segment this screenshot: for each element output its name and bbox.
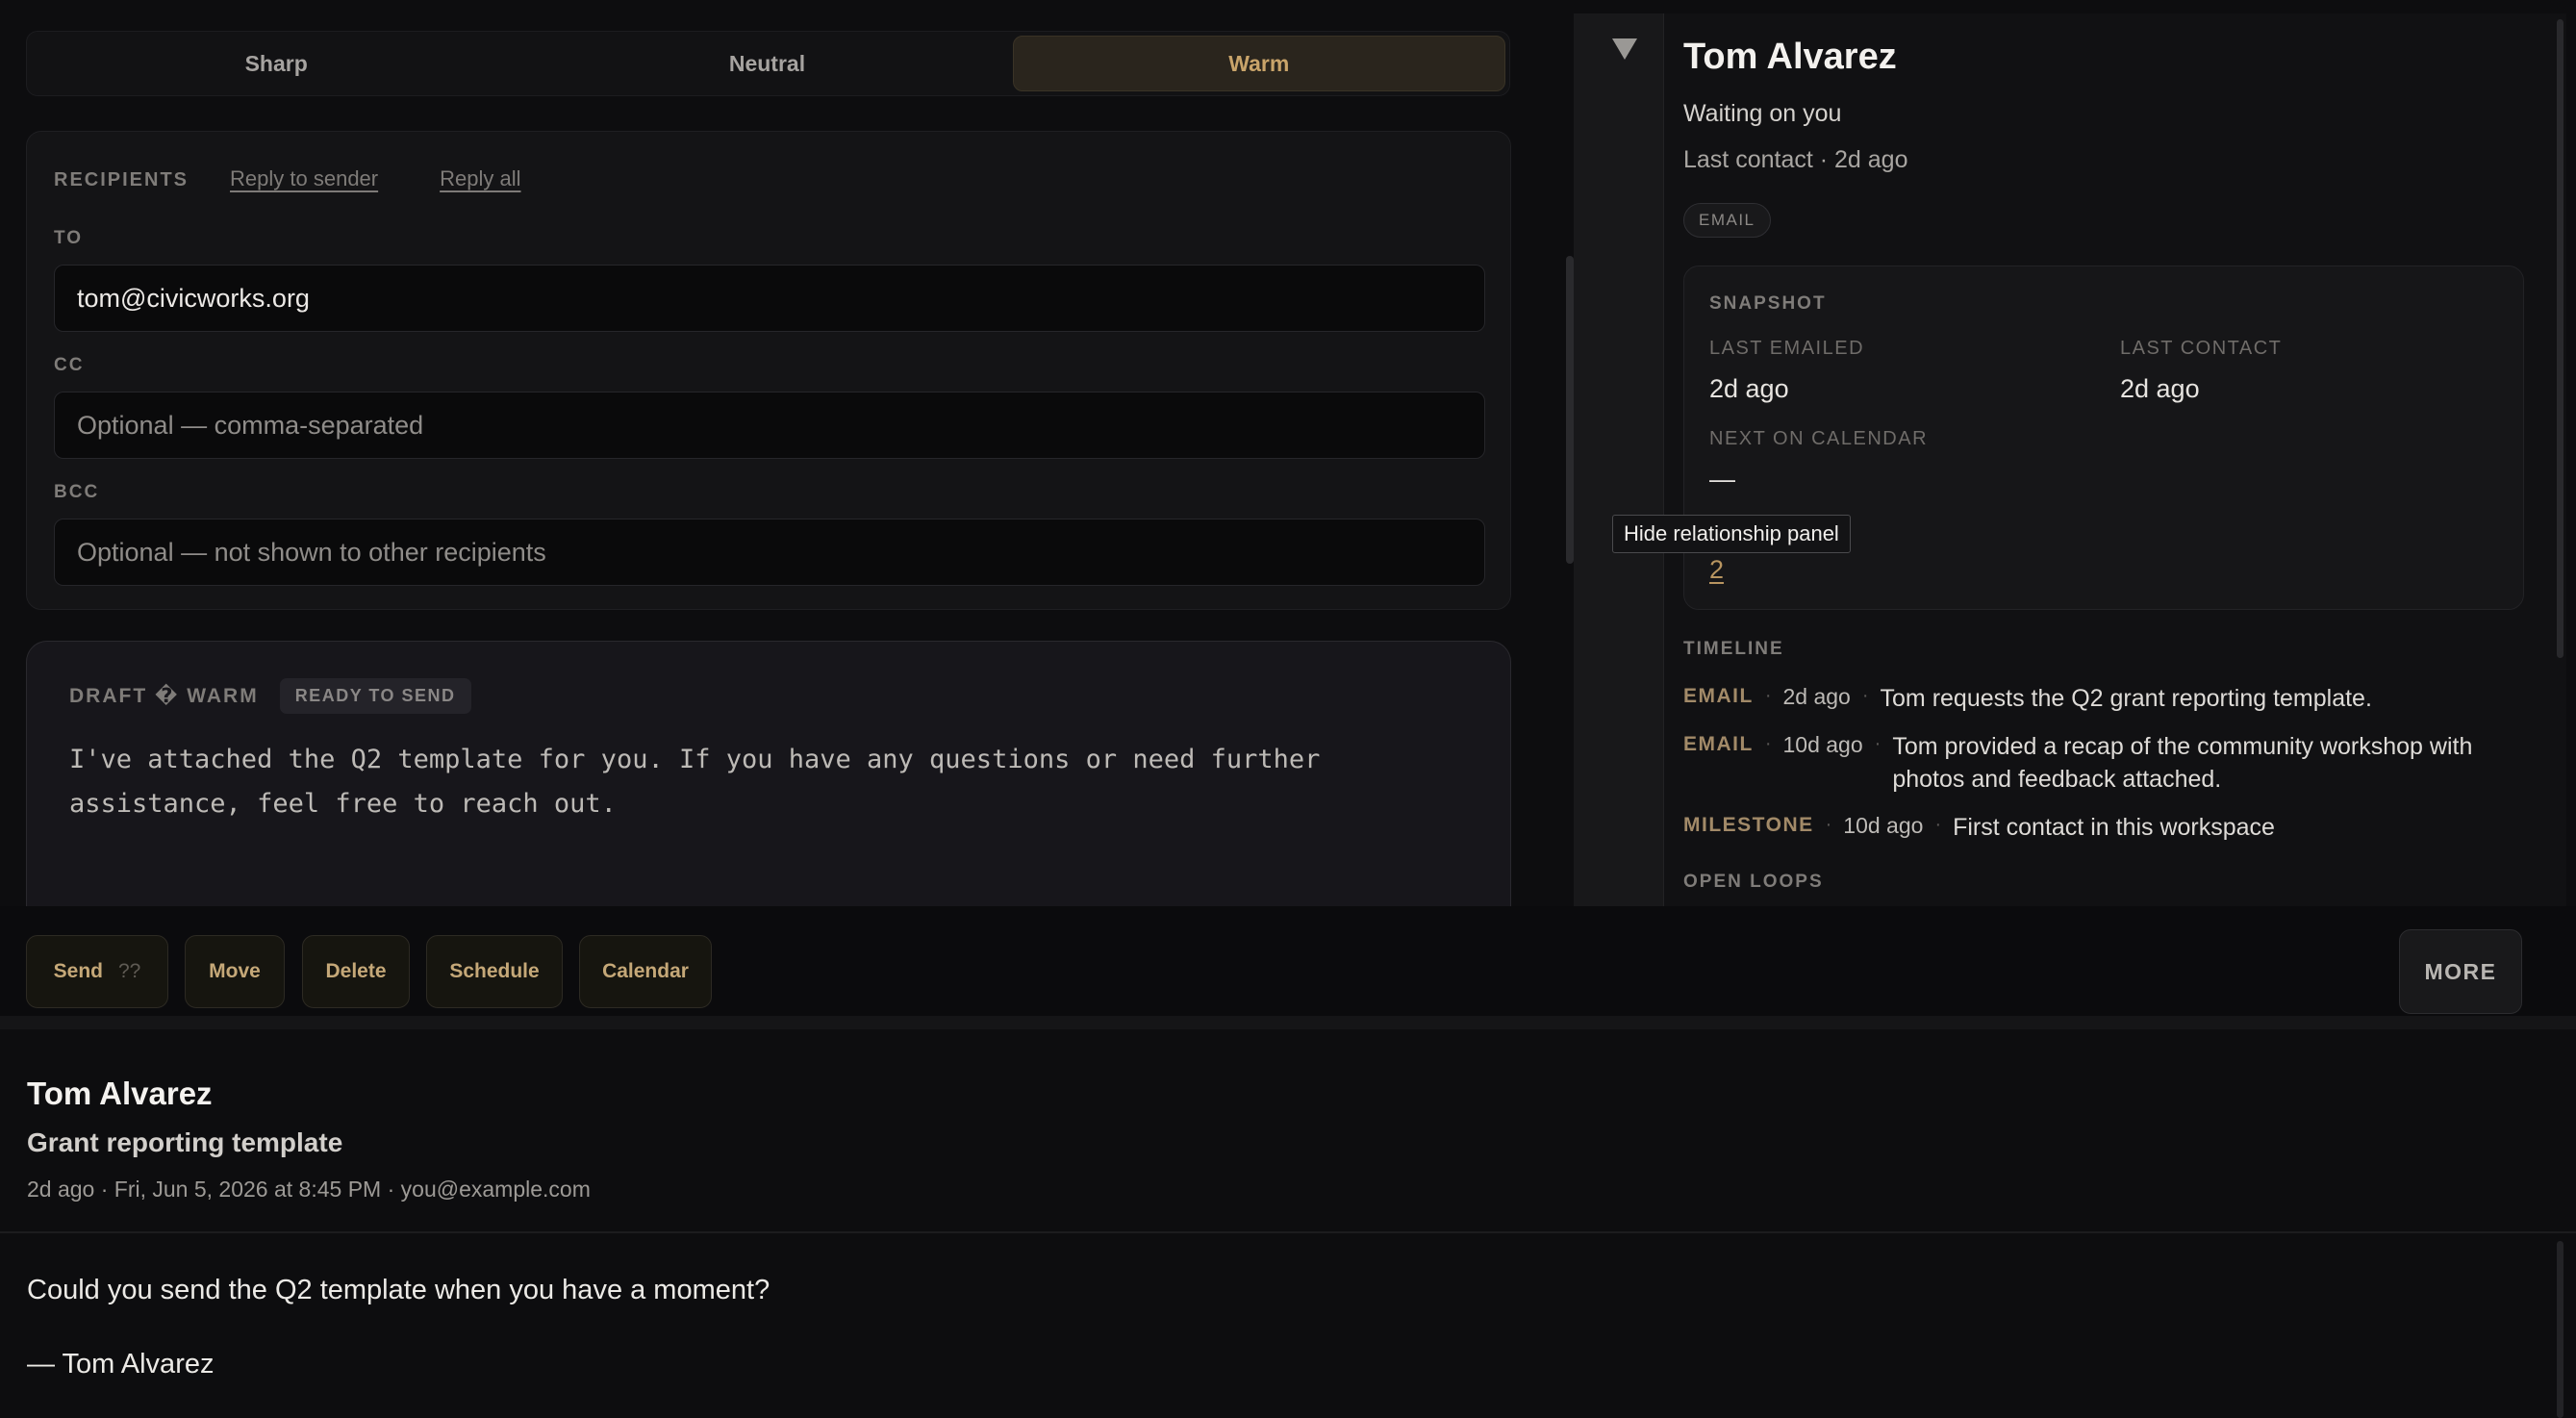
ready-to-send-badge: READY TO SEND <box>279 678 471 714</box>
separator-dot: · <box>1825 814 1832 835</box>
separator-dot: · <box>1764 733 1772 754</box>
reply-to-sender-link[interactable]: Reply to sender <box>230 166 378 191</box>
recipients-card: RECIPIENTS Reply to sender Reply all TO … <box>26 131 1511 610</box>
delete-button[interactable]: Delete <box>302 935 410 1008</box>
divider <box>0 1016 2576 1029</box>
draft-card: DRAFT � WARM READY TO SEND I've attached… <box>26 641 1511 910</box>
tone-option-neutral[interactable]: Neutral <box>521 36 1012 91</box>
last-emailed-value: 2d ago <box>1709 374 1789 403</box>
next-calendar-label: NEXT ON CALENDAR <box>1709 428 1929 449</box>
timeline-kind: MILESTONE <box>1683 814 1814 836</box>
move-button[interactable]: Move <box>185 935 285 1008</box>
open-loops-title: OPEN LOOPS <box>1683 872 1824 892</box>
timeline-item[interactable]: MILESTONE · 10d ago · First contact in t… <box>1683 811 2275 844</box>
hide-panel-tooltip: Hide relationship panel <box>1612 515 1851 553</box>
draft-header: DRAFT � WARM READY TO SEND <box>69 678 471 714</box>
contact-last-contact: Last contact · 2d ago <box>1683 146 1908 173</box>
to-label: TO <box>54 228 84 248</box>
last-contact-label: LAST CONTACT <box>2120 338 2283 359</box>
snapshot-title: SNAPSHOT <box>1709 293 1827 314</box>
timeline-kind: EMAIL <box>1683 685 1754 707</box>
left-pane-scrollbar[interactable] <box>1566 256 1574 564</box>
reply-all-link[interactable]: Reply all <box>440 166 520 191</box>
panel-scrollbar[interactable] <box>2557 19 2563 658</box>
timeline-time: 10d ago <box>1782 732 1863 757</box>
snapshot-card: SNAPSHOT LAST EMAILED 2d ago LAST CONTAC… <box>1683 266 2524 610</box>
tone-option-sharp[interactable]: Sharp <box>31 36 521 91</box>
message-scrollbar[interactable] <box>2557 1241 2563 1418</box>
timeline-time: 2d ago <box>1782 684 1851 709</box>
message-sender: Tom Alvarez <box>27 1076 213 1111</box>
calendar-button[interactable]: Calendar <box>579 935 712 1008</box>
recipients-title: RECIPIENTS <box>54 169 189 190</box>
send-shortcut: ?? <box>117 960 141 982</box>
message-body: Could you send the Q2 template when you … <box>27 1275 770 1305</box>
more-button[interactable]: MORE <box>2399 929 2522 1014</box>
send-label: Send <box>53 960 103 982</box>
to-field[interactable]: tom@civicworks.org <box>54 265 1485 332</box>
contact-name: Tom Alvarez <box>1683 37 1897 77</box>
cc-label: CC <box>54 355 85 375</box>
timeline-item[interactable]: EMAIL · 10d ago · Tom provided a recap o… <box>1683 730 2520 796</box>
snapshot-count-link[interactable]: 2 <box>1709 555 1724 585</box>
schedule-button[interactable]: Schedule <box>426 935 563 1008</box>
separator-dot: · <box>1861 685 1869 706</box>
timeline-time: 10d ago <box>1843 813 1924 838</box>
panel-toggle-column[interactable] <box>1574 13 1664 906</box>
last-contact-value: 2d ago <box>2120 374 2200 403</box>
contact-status: Waiting on you <box>1683 100 1842 127</box>
bcc-label: BCC <box>54 482 100 502</box>
separator-dot: · <box>1764 685 1772 706</box>
send-button[interactable]: Send ?? <box>26 935 168 1008</box>
timeline-text: Tom provided a recap of the community wo… <box>1892 733 2473 793</box>
tone-option-warm[interactable]: Warm <box>1012 36 1505 91</box>
timeline-item[interactable]: EMAIL · 2d ago · Tom requests the Q2 gra… <box>1683 682 2372 715</box>
tone-selector: Sharp Neutral Warm <box>26 31 1510 96</box>
channel-tag: EMAIL <box>1683 203 1771 238</box>
draft-title: DRAFT � WARM <box>69 685 259 707</box>
cc-field[interactable]: Optional — comma-separated <box>54 392 1485 459</box>
next-calendar-value: — <box>1709 465 1735 494</box>
message-meta: 2d ago · Fri, Jun 5, 2026 at 8:45 PM · y… <box>27 1177 591 1202</box>
message-subject: Grant reporting template <box>27 1127 343 1157</box>
collapse-triangle-icon[interactable] <box>1612 38 1637 60</box>
message-signature: — Tom Alvarez <box>27 1349 215 1380</box>
separator-dot: · <box>1934 814 1942 835</box>
timeline-title: TIMELINE <box>1683 639 1784 659</box>
bcc-field[interactable]: Optional — not shown to other recipients <box>54 519 1485 586</box>
divider <box>0 1231 2576 1233</box>
separator-dot: · <box>1874 733 1881 754</box>
timeline-kind: EMAIL <box>1683 733 1754 755</box>
recipients-header: RECIPIENTS Reply to sender Reply all <box>54 166 521 191</box>
draft-body-editor[interactable]: I've attached the Q2 template for you. I… <box>69 738 1474 826</box>
last-emailed-label: LAST EMAILED <box>1709 338 1865 359</box>
timeline-text: Tom requests the Q2 grant reporting temp… <box>1880 685 2372 712</box>
timeline-text: First contact in this workspace <box>1953 814 2275 841</box>
